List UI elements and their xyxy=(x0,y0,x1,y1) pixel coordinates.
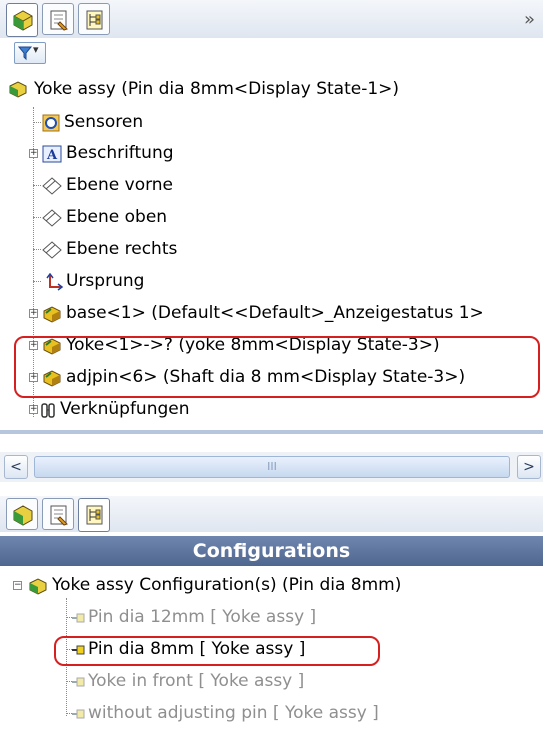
property-icon xyxy=(50,505,68,526)
configuration-icon xyxy=(86,505,103,525)
scroll-thumb[interactable]: III xyxy=(34,456,510,478)
tree-connector xyxy=(33,249,41,250)
plane-icon xyxy=(42,209,62,227)
tree-item-label: Verknüpfungen xyxy=(60,399,190,419)
filter-button[interactable]: ▾ xyxy=(14,42,46,64)
plane-icon xyxy=(42,241,62,259)
highlight-annotation xyxy=(14,336,540,398)
expand-icon[interactable]: + xyxy=(29,149,38,158)
manager-tab-bar-bottom xyxy=(0,496,543,532)
expand-icon[interactable]: + xyxy=(29,405,38,414)
property-manager-tab[interactable] xyxy=(42,3,74,35)
tree-connector xyxy=(33,217,41,218)
feature-manager-tab[interactable] xyxy=(6,3,38,37)
origin-icon xyxy=(46,273,64,291)
manager-tab-bar: » xyxy=(0,0,543,38)
configurations-tree: − Yoke assy Configuration(s) (Pin dia 8m… xyxy=(0,566,543,736)
mates-icon xyxy=(41,403,55,418)
highlight-annotation xyxy=(54,636,380,666)
config-root-label: Yoke assy Configuration(s) (Pin dia 8mm) xyxy=(52,575,402,595)
configurations-header: Configurations xyxy=(0,536,543,566)
tree-item-label: Ursprung xyxy=(66,271,145,291)
configuration-manager-tab[interactable] xyxy=(78,3,110,35)
config-item-label: Yoke in front [ Yoke assy ] xyxy=(88,671,305,691)
tree-item-label: Sensoren xyxy=(64,112,144,132)
assembly-icon xyxy=(13,505,33,526)
panel-divider xyxy=(0,430,543,434)
property-manager-tab[interactable] xyxy=(42,498,74,530)
tree-item-label: Beschriftung xyxy=(66,143,174,163)
plane-icon xyxy=(42,177,62,195)
part-icon xyxy=(43,306,61,323)
configuration-item-icon xyxy=(72,709,85,719)
tree-connector xyxy=(33,281,41,282)
filter-icon xyxy=(17,46,33,61)
tree-connector xyxy=(33,185,41,186)
configuration-item-icon xyxy=(72,613,85,623)
horizontal-scrollbar[interactable]: < III > xyxy=(0,452,543,482)
assembly-icon xyxy=(9,81,27,98)
svg-text:A: A xyxy=(46,148,58,163)
tree-connector xyxy=(33,122,41,123)
filter-bar: ▾ xyxy=(0,38,543,68)
configuration-item-icon xyxy=(72,677,85,687)
filter-dropdown-icon: ▾ xyxy=(33,43,39,56)
config-item-label: without adjusting pin [ Yoke assy ] xyxy=(88,703,379,723)
tree-item-label: Ebene rechts xyxy=(66,239,178,259)
sensor-icon xyxy=(42,114,60,132)
more-tabs-chevron[interactable]: » xyxy=(524,9,535,30)
feature-manager-tab[interactable] xyxy=(6,498,38,530)
assembly-icon xyxy=(13,10,33,31)
expand-icon[interactable]: + xyxy=(29,309,38,318)
property-icon xyxy=(50,10,68,31)
scroll-left-button[interactable]: < xyxy=(4,455,28,479)
scroll-right-button[interactable]: > xyxy=(517,455,541,479)
config-item-label: Pin dia 12mm [ Yoke assy ] xyxy=(88,607,317,627)
tree-item-label: base<1> (Default<<Default>_Anzeigestatus… xyxy=(66,303,484,323)
tree-item-label: Ebene vorne xyxy=(66,175,174,195)
tree-root-label: Yoke assy (Pin dia 8mm<Display State-1>) xyxy=(34,79,400,99)
scroll-thumb-grip: III xyxy=(267,460,277,473)
collapse-icon[interactable]: − xyxy=(13,581,22,590)
assembly-icon xyxy=(29,578,47,595)
configuration-icon xyxy=(86,10,103,30)
configuration-manager-tab[interactable] xyxy=(78,498,110,532)
annotation-icon: A xyxy=(42,145,62,163)
tree-item-label: Ebene oben xyxy=(66,207,168,227)
